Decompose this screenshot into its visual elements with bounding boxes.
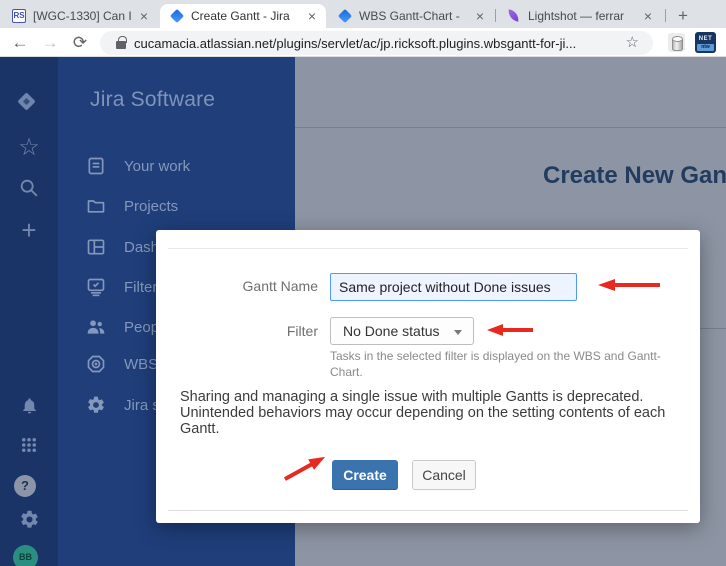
filter-dropdown[interactable]: No Done status xyxy=(330,317,474,345)
your-work-icon xyxy=(86,156,106,176)
filter-label: Filter xyxy=(166,323,318,339)
bookmark-star-icon[interactable]: ☆ xyxy=(626,33,639,51)
jira-app-rail: ☆ + ? BB xyxy=(0,57,58,566)
address-bar[interactable]: cucamacia.atlassian.net/plugins/servlet/… xyxy=(100,31,653,55)
search-icon[interactable] xyxy=(0,177,58,199)
gear-icon xyxy=(86,395,106,415)
page-section-divider xyxy=(700,328,726,329)
tab-separator xyxy=(495,9,496,22)
gantt-name-input[interactable] xyxy=(330,273,577,301)
filters-icon xyxy=(86,277,106,297)
sidebar-item-projects[interactable]: Projects xyxy=(58,194,295,218)
annotation-arrow-gantt-name xyxy=(598,278,662,292)
tab-title: Create Gantt - Jira xyxy=(191,9,302,23)
filter-selected-value: No Done status xyxy=(343,323,440,339)
user-avatar[interactable]: BB xyxy=(13,545,38,566)
create-button[interactable]: Create xyxy=(332,460,398,490)
tab-close-icon[interactable]: × xyxy=(474,9,486,23)
help-icon[interactable]: ? xyxy=(14,475,36,497)
url-text[interactable]: cucamacia.atlassian.net/plugins/servlet/… xyxy=(134,36,604,51)
jira-favicon-icon xyxy=(170,9,184,23)
page-title: Create New Gantt xyxy=(543,162,726,190)
personal-settings-gear-icon[interactable] xyxy=(0,509,58,530)
page-header-divider xyxy=(295,127,726,128)
rs-favicon-icon: RS xyxy=(12,9,26,23)
dashboards-icon xyxy=(86,237,106,257)
extension-can-icon[interactable] xyxy=(668,33,685,52)
app-switcher-grid-icon[interactable] xyxy=(0,436,58,454)
create-gantt-dialog: Gantt Name Filter No Done status Tasks i… xyxy=(156,230,700,523)
jira-logo-icon[interactable] xyxy=(0,92,58,116)
annotation-arrow-filter xyxy=(487,323,535,337)
sidebar-item-your-work[interactable]: Your work xyxy=(58,154,295,178)
tab-close-icon[interactable]: × xyxy=(306,9,318,23)
dialog-footer-divider xyxy=(168,510,688,511)
wbs-icon xyxy=(86,354,106,374)
notifications-bell-icon[interactable] xyxy=(0,396,58,415)
deprecation-warning-text: Sharing and managing a single issue with… xyxy=(180,390,696,437)
cancel-button[interactable]: Cancel xyxy=(412,460,476,490)
tab-separator xyxy=(665,9,666,22)
product-title: Jira Software xyxy=(90,88,215,112)
back-icon[interactable]: ← xyxy=(8,31,32,55)
filter-help-text: Tasks in the selected filter is displaye… xyxy=(330,348,675,380)
tab-wgc-issue[interactable]: RS [WGC-1330] Can I × xyxy=(2,4,158,28)
browser-tab-strip: RS [WGC-1330] Can I × Create Gantt - Jir… xyxy=(0,0,726,28)
browser-toolbar: ← → ⟳ cucamacia.atlassian.net/plugins/se… xyxy=(0,28,726,57)
tab-title: [WGC-1330] Can I xyxy=(33,9,134,23)
screenshot-stage: RS [WGC-1330] Can I × Create Gantt - Jir… xyxy=(0,0,726,566)
gantt-name-label: Gantt Name xyxy=(166,278,318,294)
extension-net-icon[interactable]: NET ntw xyxy=(695,32,716,53)
tab-title: WBS Gantt-Chart - xyxy=(359,9,470,23)
create-plus-icon[interactable]: + xyxy=(0,218,58,242)
tab-create-gantt[interactable]: Create Gantt - Jira × xyxy=(160,4,326,28)
tab-close-icon[interactable]: × xyxy=(642,9,654,23)
chevron-down-icon xyxy=(454,330,462,335)
folder-icon xyxy=(86,196,106,216)
tab-wbs-gantt-chart[interactable]: WBS Gantt-Chart - × xyxy=(328,4,494,28)
https-lock-icon xyxy=(116,41,126,49)
tab-title: Lightshot — ferrar xyxy=(528,9,638,23)
reload-icon[interactable]: ⟳ xyxy=(68,31,92,55)
feather-favicon-icon xyxy=(507,9,521,23)
tab-lightshot[interactable]: Lightshot — ferrar × xyxy=(497,4,662,28)
jira-favicon-icon xyxy=(338,9,352,23)
new-tab-button[interactable]: + xyxy=(672,5,694,27)
starred-icon[interactable]: ☆ xyxy=(0,137,58,159)
forward-icon[interactable]: → xyxy=(38,31,62,55)
people-icon xyxy=(86,317,106,337)
tab-close-icon[interactable]: × xyxy=(138,9,150,23)
dialog-header-divider xyxy=(168,248,688,249)
